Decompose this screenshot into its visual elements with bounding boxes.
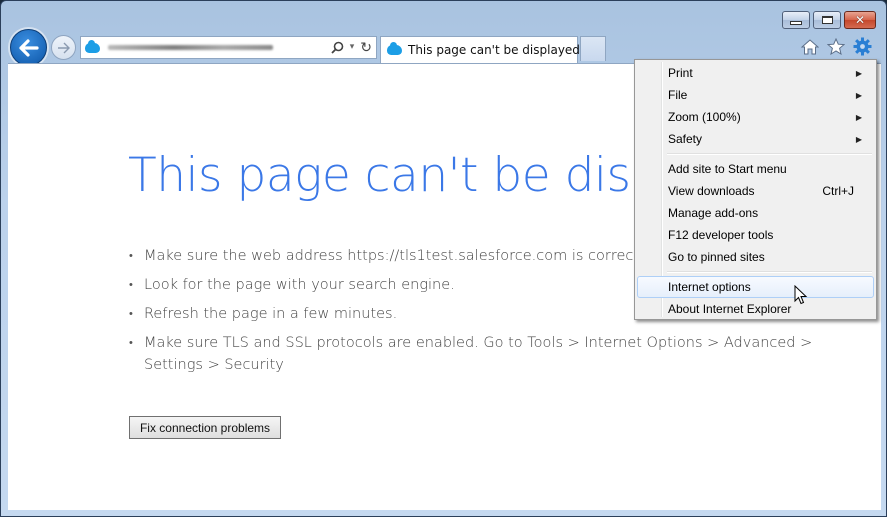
salesforce-favicon-icon: [85, 39, 100, 53]
submenu-arrow-icon: ▶: [855, 68, 862, 78]
submenu-arrow-icon: ▶: [855, 90, 862, 100]
forward-arrow-icon: [57, 42, 70, 53]
menu-item-shortcut: Ctrl+J: [822, 184, 854, 198]
refresh-icon[interactable]: ↻: [360, 41, 372, 55]
menu-separator: [667, 153, 872, 155]
menu-item-label: Print: [668, 66, 693, 80]
menu-item-internet-options[interactable]: Internet options: [637, 276, 874, 298]
submenu-arrow-icon: ▶: [855, 134, 862, 144]
maximize-button[interactable]: [813, 11, 841, 29]
menu-item-label: Go to pinned sites: [668, 250, 765, 264]
tab-favicon-icon: [387, 42, 402, 55]
menu-item-label: Add site to Start menu: [668, 162, 787, 176]
menu-separator: [667, 271, 872, 273]
close-icon: ✕: [854, 13, 866, 27]
menu-item-view-downloads[interactable]: View downloads Ctrl+J: [637, 180, 874, 202]
menu-item-label: View downloads: [668, 184, 755, 198]
menu-item-label: About Internet Explorer: [668, 302, 792, 316]
fix-connection-problems-button[interactable]: Fix connection problems: [129, 416, 281, 439]
menu-item-safety[interactable]: Safety ▶: [637, 128, 874, 150]
menu-item-label: Safety: [668, 132, 703, 146]
back-button[interactable]: [10, 29, 47, 66]
menu-item-go-to-pinned-sites[interactable]: Go to pinned sites: [637, 246, 874, 268]
close-window-button[interactable]: ✕: [844, 11, 876, 29]
tools-menu: Print ▶ File ▶ Zoom (100%) ▶ Safety ▶ Ad…: [634, 59, 877, 320]
menu-item-manage-add-ons[interactable]: Manage add-ons: [637, 202, 874, 224]
new-tab-button[interactable]: [580, 36, 606, 61]
maximize-icon: [821, 16, 833, 24]
address-bar[interactable]: ▾ ↻: [80, 36, 377, 59]
favorites-star-icon[interactable]: [827, 38, 845, 55]
window-controls: ✕: [782, 11, 876, 29]
menu-item-about-internet-explorer[interactable]: About Internet Explorer: [637, 298, 874, 320]
menu-item-zoom[interactable]: Zoom (100%) ▶: [637, 106, 874, 128]
menu-item-file[interactable]: File ▶: [637, 84, 874, 106]
tip-item: Make sure TLS and SSL protocols are enab…: [129, 332, 829, 376]
home-icon[interactable]: [801, 38, 819, 55]
back-arrow-icon: [18, 38, 39, 57]
toolbar-icons: [801, 37, 872, 56]
tools-gear-icon[interactable]: [853, 37, 872, 56]
menu-item-label: Internet options: [668, 280, 751, 294]
forward-button[interactable]: [51, 35, 76, 60]
mouse-cursor-icon: [794, 285, 808, 305]
menu-item-label: F12 developer tools: [668, 228, 774, 242]
submenu-arrow-icon: ▶: [855, 112, 862, 122]
address-url-redacted: [108, 45, 273, 50]
menu-item-label: File: [668, 88, 688, 102]
address-dropdown-icon[interactable]: ▾: [350, 43, 355, 52]
menu-item-label: Manage add-ons: [668, 206, 759, 220]
menu-item-print[interactable]: Print ▶: [637, 62, 874, 84]
minimize-button[interactable]: [782, 11, 810, 29]
menu-item-add-site-to-start[interactable]: Add site to Start menu: [637, 158, 874, 180]
search-icon[interactable]: [331, 41, 344, 54]
tab-active[interactable]: This page can't be displayed ✕: [380, 36, 596, 63]
menu-item-f12-developer-tools[interactable]: F12 developer tools: [637, 224, 874, 246]
minimize-icon: [790, 20, 802, 25]
browser-window: ✕ ▾ ↻ This page can't be displayed ✕: [0, 0, 887, 517]
menu-item-label: Zoom (100%): [668, 110, 741, 124]
tab-title: This page can't be displayed: [408, 43, 580, 57]
